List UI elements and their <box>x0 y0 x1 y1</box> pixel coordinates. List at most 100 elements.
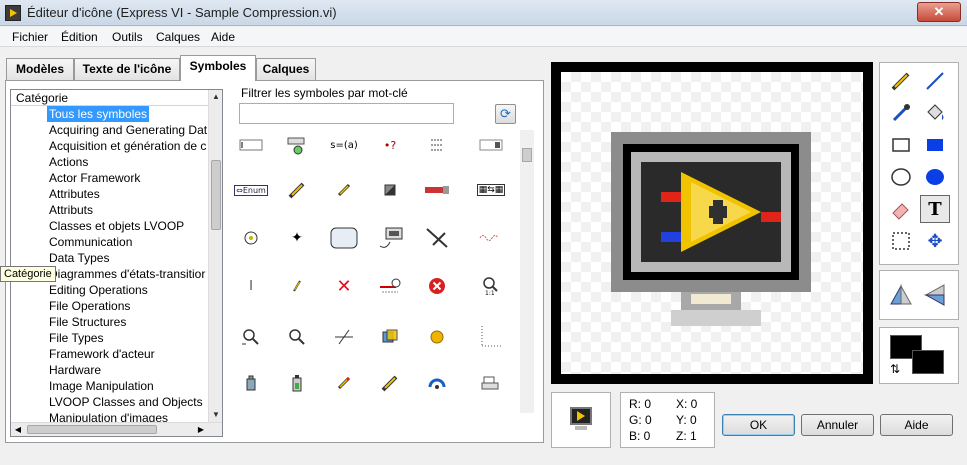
enum-icon[interactable]: ⇔Enum <box>234 177 268 203</box>
category-item[interactable]: Hardware <box>47 362 209 378</box>
timer-arrow-icon[interactable] <box>375 273 405 299</box>
formula-icon[interactable]: s=(a) <box>329 132 359 158</box>
scroll-thumb[interactable] <box>522 148 532 162</box>
ellipse-tool-icon[interactable] <box>886 163 916 191</box>
close-button[interactable]: ✕ <box>917 2 961 22</box>
scroll-thumb[interactable] <box>27 425 157 434</box>
symbols-vertical-scrollbar[interactable] <box>520 130 534 413</box>
category-item-label[interactable]: Tous les symboles <box>47 106 150 122</box>
tab-calques[interactable]: Calques <box>256 58 316 80</box>
scroll-up-arrow-icon[interactable]: ▲ <box>209 90 222 104</box>
icon-canvas[interactable] <box>551 62 873 384</box>
wave-icon[interactable] <box>476 225 506 251</box>
crosshair-icon[interactable]: ✦ <box>282 225 312 251</box>
text-cursor-icon[interactable]: I <box>236 273 266 299</box>
category-item[interactable]: File Types <box>47 330 209 346</box>
refresh-icon[interactable]: ⟳ <box>495 104 516 124</box>
pencil-small-icon[interactable] <box>329 177 359 203</box>
dotted-corner-icon[interactable] <box>476 324 506 350</box>
flip-icon[interactable] <box>375 324 405 350</box>
category-item[interactable]: Tous les symboles <box>47 106 209 122</box>
probe-icon[interactable] <box>422 225 452 251</box>
scroll-right-arrow-icon[interactable]: ▶ <box>194 423 208 436</box>
category-item[interactable]: Data Types <box>47 250 209 266</box>
help-button[interactable]: Aide <box>880 414 953 436</box>
category-item[interactable]: Communication <box>47 234 209 250</box>
eraser-tool-icon[interactable] <box>886 195 916 223</box>
category-item[interactable]: Acquiring and Generating Dat <box>47 122 209 138</box>
menu-outils[interactable]: Outils <box>112 30 143 44</box>
category-item[interactable]: Actor Framework <box>47 170 209 186</box>
red-circle-x-icon[interactable] <box>422 273 452 299</box>
category-item[interactable]: Classes et objets LVOOP <box>47 218 209 234</box>
category-item[interactable]: Attributes <box>47 186 209 202</box>
text-tool-icon[interactable]: T <box>920 195 950 223</box>
pencil-yellow-icon[interactable] <box>375 370 405 396</box>
line-tool-icon[interactable] <box>920 67 950 95</box>
category-header[interactable]: Catégorie <box>11 90 209 106</box>
scroll-left-arrow-icon[interactable]: ◀ <box>11 423 25 436</box>
filled-rectangle-tool-icon[interactable] <box>920 131 950 159</box>
button-pointer-icon[interactable] <box>282 132 312 158</box>
category-vertical-scrollbar[interactable]: ▲ ▼ <box>208 90 222 422</box>
pencil-tool-icon[interactable] <box>886 67 916 95</box>
input-box-icon[interactable] <box>476 132 506 158</box>
monitor-loop-icon[interactable] <box>375 225 405 251</box>
category-item[interactable]: Editing Operations <box>47 282 209 298</box>
tab-modeles[interactable]: Modèles <box>6 58 74 80</box>
background-color-swatch[interactable] <box>912 350 944 374</box>
category-item[interactable]: File Structures <box>47 314 209 330</box>
blue-arc-icon[interactable] <box>422 370 452 396</box>
pencil-icon[interactable] <box>282 177 312 203</box>
zoom-out-icon[interactable] <box>282 324 312 350</box>
menu-aide[interactable]: Aide <box>211 30 235 44</box>
connector-icon[interactable]: ▦⇆▦ <box>476 177 506 203</box>
selection-tool-icon[interactable] <box>886 227 916 255</box>
scroll-down-arrow-icon[interactable]: ▼ <box>209 408 222 422</box>
dropper-tool-icon[interactable] <box>886 99 916 127</box>
printer-icon[interactable] <box>476 370 506 396</box>
move-tool-icon[interactable]: ✥ <box>920 227 950 255</box>
category-item[interactable]: LVOOP Classes and Objects <box>47 394 209 410</box>
list-icon[interactable] <box>422 132 452 158</box>
icon-canvas-drawing[interactable] <box>561 72 863 374</box>
menu-calques[interactable]: Calques <box>156 30 200 44</box>
swap-colors-icon[interactable]: ⇅ <box>890 362 900 376</box>
compass-icon[interactable] <box>236 225 266 251</box>
text-field-icon[interactable] <box>236 132 266 158</box>
category-item[interactable]: Attributs <box>47 202 209 218</box>
cancel-button[interactable]: Annuler <box>801 414 874 436</box>
filled-ellipse-tool-icon[interactable] <box>920 163 950 191</box>
category-horizontal-scrollbar[interactable]: ◀ ▶ <box>11 422 222 436</box>
category-item[interactable]: Image Manipulation <box>47 378 209 394</box>
menu-fichier[interactable]: Fichier <box>12 30 48 44</box>
square-half-icon[interactable] <box>375 177 405 203</box>
category-item[interactable]: Framework d'acteur <box>47 346 209 362</box>
flip-vertical-tool-icon[interactable] <box>920 281 950 309</box>
saw-icon[interactable] <box>422 177 452 203</box>
magnifier-1to1-icon[interactable]: 1:1 <box>476 273 506 299</box>
zoom-in-icon[interactable] <box>236 324 266 350</box>
category-item[interactable]: Diagrammes d'états-transitior <box>47 266 209 282</box>
filter-input[interactable] <box>239 103 454 124</box>
fill-tool-icon[interactable] <box>920 99 950 127</box>
menu-edition[interactable]: Édition <box>61 30 98 44</box>
pencil-red-icon[interactable] <box>329 370 359 396</box>
tab-texte-icone[interactable]: Texte de l'icône <box>74 58 180 80</box>
pencil-tiny-icon[interactable] <box>282 273 312 299</box>
flip-horizontal-tool-icon[interactable] <box>886 281 916 309</box>
ok-button[interactable]: OK <box>722 414 795 436</box>
bottle-icon[interactable] <box>236 370 266 396</box>
category-list[interactable]: Catégorie Tous les symboles Acquiring an… <box>10 89 223 437</box>
red-x-icon[interactable]: ✕ <box>329 273 359 299</box>
gold-circle-icon[interactable] <box>422 324 452 350</box>
scroll-thumb[interactable] <box>211 160 221 230</box>
query-icon[interactable]: •? <box>375 132 405 158</box>
rectangle-tool-icon[interactable] <box>886 131 916 159</box>
category-item[interactable]: File Operations <box>47 298 209 314</box>
category-item[interactable]: Actions <box>47 154 209 170</box>
tab-symboles[interactable]: Symboles <box>180 55 256 81</box>
category-item[interactable]: Acquisition et génération de c <box>47 138 209 154</box>
slope-line-icon[interactable] <box>329 324 359 350</box>
rounded-box-icon[interactable] <box>329 225 359 251</box>
